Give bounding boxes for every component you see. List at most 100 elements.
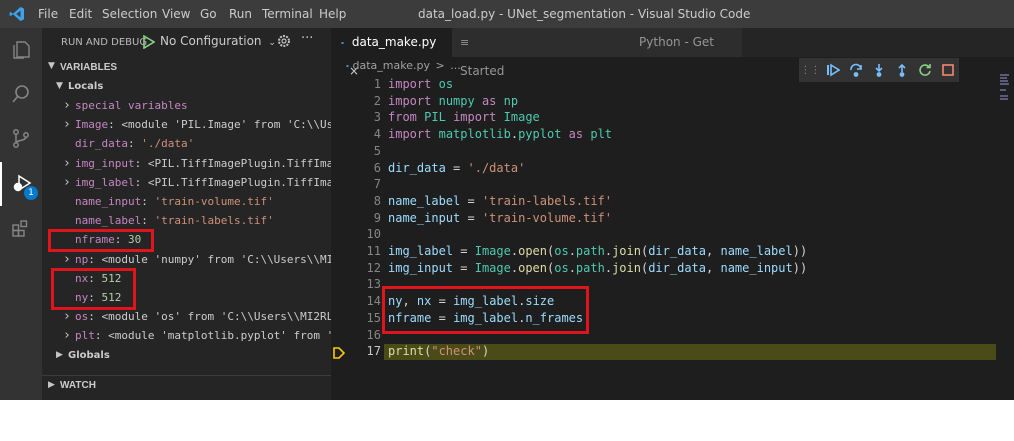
line-number[interactable]: 14: [331, 293, 381, 309]
code-line[interactable]: name_input = 'train-volume.tif': [388, 210, 612, 226]
chevron-right-icon[interactable]: ›: [63, 307, 75, 326]
debug-toolbar: ⋮⋮: [799, 58, 959, 82]
menu-go[interactable]: Go: [200, 7, 217, 21]
menu-run[interactable]: Run: [229, 7, 252, 21]
menu-selection[interactable]: Selection: [102, 7, 157, 21]
menu-terminal[interactable]: Terminal: [262, 7, 313, 21]
run-debug-icon[interactable]: 1: [0, 162, 42, 206]
chevron-right-icon[interactable]: ›: [63, 326, 75, 345]
variable-name: name_input: [75, 195, 142, 208]
chevron-right-icon: ▶: [56, 350, 63, 360]
line-number[interactable]: 3: [331, 109, 381, 125]
variable-row[interactable]: › img_label: <PIL.TiffImagePlugin.TiffIma…: [42, 173, 331, 192]
line-number[interactable]: 1: [331, 76, 381, 92]
chevron-right-icon[interactable]: ›: [63, 250, 75, 269]
python-file-icon: ⬝: [346, 59, 350, 72]
variable-name: Image: [75, 118, 109, 132]
menu-help[interactable]: Help: [319, 7, 346, 21]
line-number[interactable]: 11: [331, 243, 381, 259]
line-number[interactable]: 5: [331, 143, 381, 159]
chevron-right-icon[interactable]: ›: [63, 154, 75, 173]
menu-edit[interactable]: Edit: [69, 7, 92, 21]
line-number[interactable]: 9: [331, 210, 381, 226]
code-line[interactable]: import matplotlib.pyplot as plt: [388, 126, 612, 142]
variable-row[interactable]: › plt: <module 'matplotlib.pyplot' from '…: [42, 326, 331, 345]
chevron-down-icon: ⌄: [268, 38, 276, 48]
variable-row[interactable]: › np: <module 'numpy' from 'C:\\Users\\MI…: [42, 250, 331, 269]
line-number[interactable]: 12: [331, 260, 381, 276]
breadcrumb: ⬝ data_make.py > ...: [346, 59, 461, 73]
code-line[interactable]: import os: [388, 76, 453, 92]
chevron-right-icon[interactable]: ›: [63, 173, 75, 192]
code-line[interactable]: img_label = Image.open(os.path.join(dir_…: [388, 243, 807, 259]
menu-view[interactable]: View: [162, 7, 190, 21]
variable-name: dir_data: [75, 137, 128, 151]
variable-separator: :: [141, 195, 155, 208]
menu-file[interactable]: File: [38, 7, 58, 21]
activity-bar: 1: [0, 28, 42, 400]
variable-row[interactable]: dir_data: './data': [42, 134, 331, 153]
line-number[interactable]: 2: [331, 93, 381, 109]
variables-title: VARIABLES: [60, 62, 118, 73]
window-title: data_load.py - UNet_segmentation - Visua…: [418, 7, 751, 21]
line-number[interactable]: 15: [331, 310, 381, 326]
line-number[interactable]: 13: [331, 276, 381, 292]
variable-row[interactable]: › Image: <module 'PIL.Image' from 'C:\\Us…: [42, 115, 331, 134]
variable-separator: :: [88, 310, 102, 324]
variable-name: plt: [75, 329, 95, 343]
step-over-icon[interactable]: [845, 58, 868, 82]
line-number[interactable]: 7: [331, 176, 381, 192]
chevron-right-icon[interactable]: ›: [63, 96, 75, 115]
code-line[interactable]: print("check"): [388, 343, 489, 359]
config-select[interactable]: No Configuration ⌄: [160, 34, 276, 48]
extensions-icon[interactable]: [0, 206, 42, 250]
drag-handle-icon[interactable]: ⋮⋮: [799, 58, 822, 82]
vscode-logo-icon: [9, 6, 25, 25]
code-line[interactable]: name_label = 'train-labels.tif': [388, 193, 612, 209]
line-number[interactable]: 16: [331, 327, 381, 343]
variable-value: <module 'os' from 'C:\\Users\\MI2RL...: [101, 310, 332, 324]
stop-icon[interactable]: [936, 58, 959, 82]
breadcrumb-file[interactable]: data_make.py: [353, 59, 430, 72]
code-line[interactable]: dir_data = './data': [388, 160, 525, 176]
more-actions-icon[interactable]: ···: [301, 31, 313, 46]
step-out-icon[interactable]: [890, 58, 913, 82]
search-icon[interactable]: [0, 72, 42, 116]
tab-python-get-started[interactable]: ≡ Python - Get Started: [452, 28, 742, 78]
highlight-box-nx-ny: [51, 268, 136, 310]
variables-header[interactable]: ▼ VARIABLES: [42, 59, 331, 77]
code-line[interactable]: img_input = Image.open(os.path.join(dir_…: [388, 260, 807, 276]
chevron-down-icon: ▼: [56, 81, 63, 91]
variable-name: img_input: [75, 156, 135, 170]
variable-value: <PIL.TiffImagePlugin.TiffIma...: [147, 175, 331, 189]
breadcrumb-symbol[interactable]: ...: [450, 59, 461, 72]
locals-scope[interactable]: ▼ Locals: [42, 78, 331, 96]
chevron-right-icon[interactable]: ›: [63, 115, 75, 134]
code-line[interactable]: import numpy as np: [388, 93, 518, 109]
globals-scope[interactable]: ▶ Globals: [42, 347, 331, 365]
variable-separator: :: [94, 329, 109, 343]
variable-row[interactable]: › img_input: <PIL.TiffImagePlugin.TiffIma…: [42, 154, 331, 173]
explorer-icon[interactable]: [0, 28, 42, 72]
continue-icon[interactable]: [822, 58, 845, 82]
tab-data-make[interactable]: ⬝ data_make.py ×: [331, 28, 452, 78]
line-number[interactable]: 10: [331, 226, 381, 242]
start-debugging-icon[interactable]: [143, 34, 156, 52]
restart-icon[interactable]: [913, 58, 936, 82]
line-number[interactable]: 8: [331, 193, 381, 209]
code-line[interactable]: from PIL import Image: [388, 109, 540, 125]
step-into-icon[interactable]: [868, 58, 891, 82]
line-number[interactable]: 6: [331, 160, 381, 176]
variable-row[interactable]: › os: <module 'os' from 'C:\\Users\\MI2RL…: [42, 307, 331, 326]
watch-header[interactable]: ▶ WATCH: [42, 375, 331, 393]
line-number[interactable]: 17: [331, 343, 381, 359]
globals-title: Globals: [68, 350, 110, 361]
minimap[interactable]: [1000, 74, 1012, 104]
variable-row[interactable]: › special variables: [42, 96, 331, 115]
source-control-icon[interactable]: [0, 116, 42, 160]
vscode-window: File Edit Selection View Go Run Terminal…: [0, 0, 1014, 400]
line-number[interactable]: 4: [331, 126, 381, 142]
variable-row[interactable]: name_label: 'train-labels.tif': [42, 211, 331, 230]
gear-icon[interactable]: [277, 34, 291, 51]
variable-row[interactable]: name_input: 'train-volume.tif': [42, 192, 331, 211]
